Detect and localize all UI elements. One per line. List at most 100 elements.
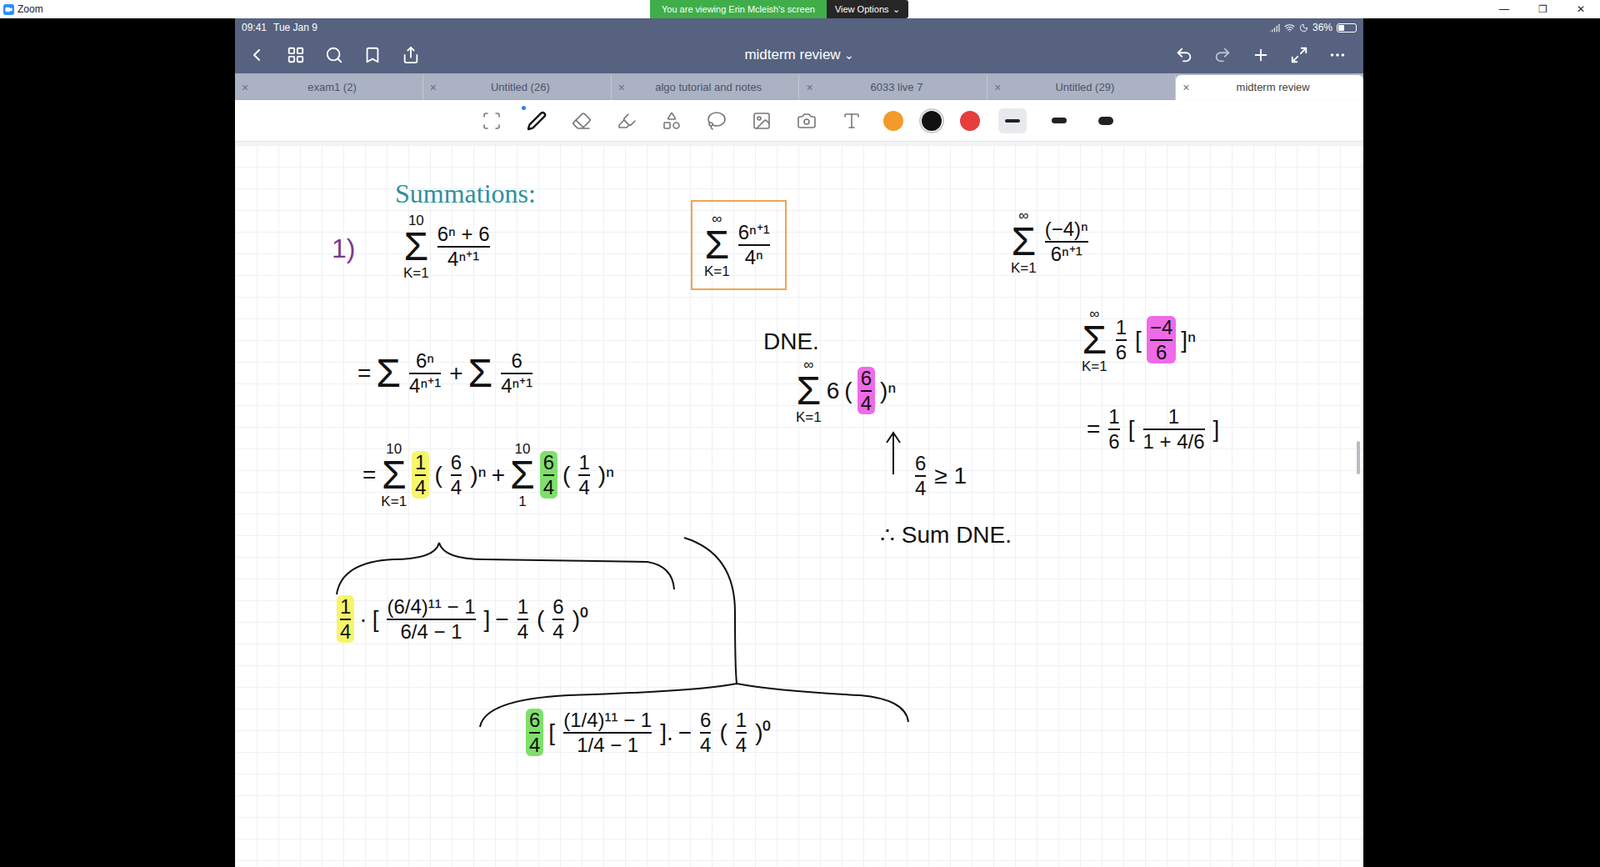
window-control[interactable]: — <box>1485 0 1524 19</box>
summation: Σ <box>375 354 401 393</box>
expression: ∴ Sum DNE. <box>880 523 1012 547</box>
camera-tool[interactable] <box>793 107 820 135</box>
math-text: · <box>359 607 367 631</box>
redo-icon[interactable] <box>1213 45 1232 65</box>
shapes-tool[interactable] <box>658 107 685 135</box>
fraction: 64 <box>540 450 558 499</box>
pen-tool[interactable] <box>523 107 550 135</box>
fraction: 64 <box>696 708 715 756</box>
tab[interactable]: ×6033 live 7 <box>799 75 988 100</box>
math-text: DNE. <box>763 330 820 354</box>
tab[interactable]: ×algo tutorial and notes <box>611 75 800 100</box>
lasso-icon <box>706 110 727 131</box>
status-bar: 09:41Tue Jan 936% <box>235 18 1364 37</box>
pen-icon <box>526 110 547 131</box>
zoom-logo-icon <box>3 4 15 15</box>
tab-close[interactable]: × <box>1182 79 1190 97</box>
tab[interactable]: ×Untitled (29) <box>987 75 1176 100</box>
expression: 64≥ 1 <box>911 451 967 500</box>
math-text: ( <box>719 720 727 745</box>
fraction: 6ⁿ⁺¹4ⁿ <box>735 220 774 269</box>
fraction: 16 <box>1112 315 1130 364</box>
document-title[interactable]: midterm review⌄ <box>580 44 1019 66</box>
lasso-tool[interactable] <box>703 107 730 135</box>
eraser-tool[interactable] <box>568 107 595 135</box>
tab-close[interactable]: × <box>430 79 437 97</box>
note-canvas[interactable]: Summations:1)10ΣK=16ⁿ + 64ⁿ⁺¹=Σ6ⁿ4ⁿ⁺¹+Σ6… <box>235 145 1364 867</box>
tab-bar: ×exam1 (2)×Untitled (26)×algo tutorial a… <box>235 73 1364 100</box>
summation: 10ΣK=1 <box>403 213 430 280</box>
tab-close[interactable]: × <box>805 79 813 97</box>
image-tool[interactable] <box>748 107 775 135</box>
sharing-banner: You are viewing Erin Mcleish's screen <box>650 0 827 19</box>
more-icon[interactable] <box>1328 45 1347 65</box>
tab-close[interactable]: × <box>618 79 625 97</box>
stroke-width[interactable] <box>1045 108 1074 134</box>
expression: DNE. <box>763 330 820 354</box>
fraction: 64 <box>525 708 544 756</box>
add-icon[interactable] <box>1251 45 1270 65</box>
fraction: (−4)ⁿ6ⁿ⁺¹ <box>1041 217 1092 265</box>
ipad-screen: 09:41Tue Jan 936% midterm review⌄ ×exam1 (… <box>235 18 1364 867</box>
expand-icon[interactable] <box>1290 45 1309 65</box>
scrollbar[interactable] <box>1356 440 1360 475</box>
color-swatch[interactable] <box>921 110 942 131</box>
math-text: − <box>495 607 509 631</box>
fraction: 14 <box>514 595 532 643</box>
view-options-button[interactable]: View Options⌄ <box>826 0 909 19</box>
battery-icon <box>1336 23 1357 33</box>
fraction: 14 <box>575 450 593 499</box>
back-icon[interactable] <box>246 45 267 65</box>
fraction: (1/4)¹¹ − 11/4 − 1 <box>560 708 655 756</box>
summation: ∞ΣK=1 <box>1010 208 1037 275</box>
stroke-width[interactable] <box>998 108 1027 134</box>
text-tool[interactable] <box>838 107 865 135</box>
search-icon[interactable] <box>325 45 344 65</box>
tab[interactable]: ×exam1 (2) <box>235 75 424 100</box>
math-text: − <box>678 720 692 745</box>
summation: ∞ΣK=1 <box>704 211 730 279</box>
zoom-icon <box>481 110 502 131</box>
summation: 10ΣK=1 <box>380 441 407 509</box>
color-swatch[interactable] <box>883 110 904 131</box>
zoom-tool[interactable] <box>478 107 505 135</box>
window-control[interactable]: ✕ <box>1561 0 1600 19</box>
highlighter-tool[interactable] <box>613 107 640 135</box>
bookmark-icon[interactable] <box>363 45 382 65</box>
camera-icon <box>796 110 817 131</box>
fraction: 64 <box>911 451 930 500</box>
window-title: Zoom <box>17 1 44 17</box>
math-text: ( <box>562 463 570 487</box>
tab-close[interactable]: × <box>241 79 249 97</box>
stroke-width[interactable] <box>1091 108 1120 134</box>
tab-close[interactable]: × <box>994 79 1001 97</box>
grid-icon[interactable] <box>286 45 305 65</box>
math-text: ]. <box>660 720 674 745</box>
expression: 10ΣK=16ⁿ + 64ⁿ⁺¹ <box>403 213 494 280</box>
ink-strokes <box>235 145 1364 867</box>
toolbar <box>235 100 1364 142</box>
color-swatch[interactable] <box>960 110 980 131</box>
undo-icon[interactable] <box>1175 45 1194 65</box>
fraction: 14 <box>411 450 430 499</box>
expression: =16[11 + 4/6] <box>1086 405 1220 453</box>
math-text: )ⁿ <box>598 463 615 487</box>
nav-bar: midterm review⌄ <box>235 36 1364 74</box>
share-icon[interactable] <box>401 45 420 65</box>
summation: ∞ΣK=1 <box>795 357 822 425</box>
math-text: = <box>362 463 376 487</box>
wifi-icon <box>1284 22 1295 34</box>
expression: 14·[(6/4)¹¹ − 16/4 − 1]−14(64)⁰ <box>336 595 589 643</box>
tab[interactable]: ×midterm review <box>1175 75 1364 100</box>
text-icon <box>841 110 862 131</box>
title-bar: Zoom You are viewing Erin Mcleish's scree… <box>0 0 1600 19</box>
eraser-icon <box>571 110 592 131</box>
tab[interactable]: ×Untitled (26) <box>423 75 612 100</box>
fraction: 64ⁿ⁺¹ <box>497 349 536 397</box>
math-text: + <box>449 361 463 385</box>
window-control[interactable]: ❐ <box>1523 0 1562 19</box>
fraction: 16 <box>1105 405 1123 453</box>
math-text: [ <box>1128 417 1135 441</box>
fraction: 11 + 4/6 <box>1140 405 1209 453</box>
math-text: = <box>1086 417 1100 441</box>
